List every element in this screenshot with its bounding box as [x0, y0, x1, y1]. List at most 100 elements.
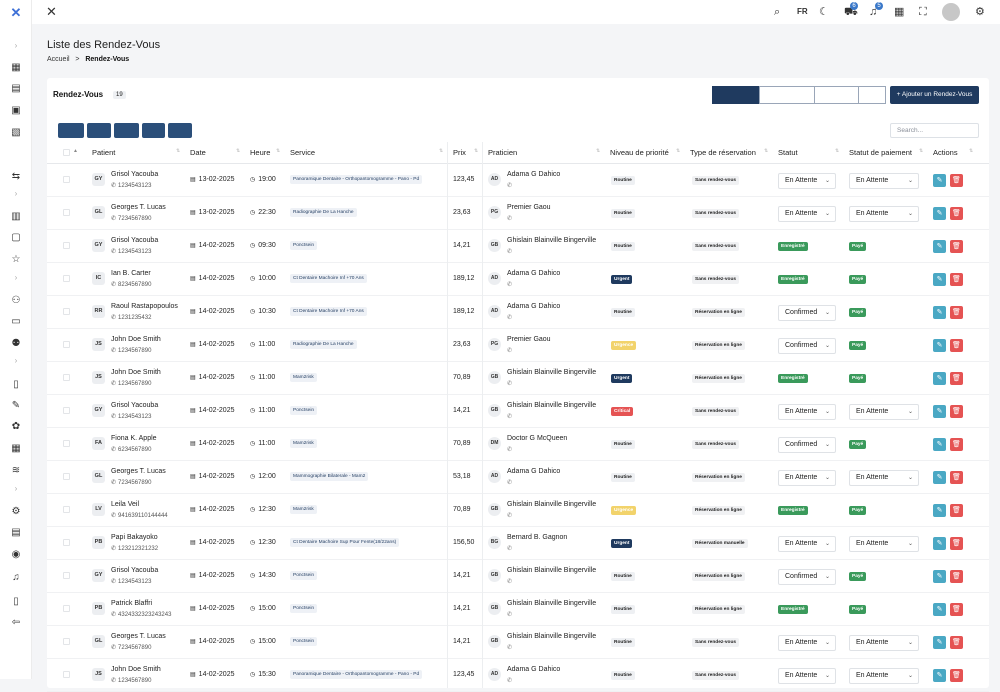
close-icon[interactable]: ✕: [46, 4, 57, 20]
select-all-checkbox[interactable]: [63, 149, 70, 156]
status-select[interactable]: En Attente ⌄: [778, 635, 836, 651]
row-checkbox[interactable]: [63, 506, 70, 513]
export-copy-button[interactable]: [58, 123, 84, 138]
status-select[interactable]: En Attente ⌄: [778, 404, 836, 420]
table-row[interactable]: FA Fiona K. Apple ✆ 6234567890 ▤ 14-02-2025 ◷ 1…: [47, 428, 989, 461]
delete-icon[interactable]: 🗑: [950, 537, 963, 550]
export-csv-button[interactable]: [87, 123, 111, 138]
edit-icon[interactable]: ✎: [933, 306, 946, 319]
row-checkbox[interactable]: [63, 374, 70, 381]
edit-icon[interactable]: ✎: [933, 603, 946, 616]
export-excel-button[interactable]: [114, 123, 139, 138]
search-icon[interactable]: ⌕: [774, 5, 780, 19]
row-checkbox[interactable]: [63, 341, 70, 348]
sort-icon[interactable]: ⇅: [969, 148, 973, 154]
sort-icon[interactable]: ⇅: [474, 148, 478, 154]
status-select[interactable]: En Attente ⌄: [778, 206, 836, 222]
edit-icon[interactable]: ✎: [933, 669, 946, 682]
patient-name[interactable]: Grisol Yacouba: [111, 237, 158, 244]
row-checkbox[interactable]: [63, 671, 70, 678]
payment-status-select[interactable]: En Attente ⌄: [849, 206, 919, 222]
column-header-statut[interactable]: Statut ⇅: [778, 148, 839, 157]
edit-icon[interactable]: ✎: [933, 339, 946, 352]
status-select[interactable]: En Attente ⌄: [778, 668, 836, 684]
delete-icon[interactable]: 🗑: [950, 504, 963, 517]
sort-all-icon[interactable]: ▲: [73, 148, 78, 154]
sidebar-logout-icon[interactable]: ⇦: [0, 615, 32, 631]
filter-tout[interactable]: [858, 86, 886, 104]
gear-icon[interactable]: ⚙: [975, 5, 985, 19]
filter-aujourd-hui[interactable]: [712, 86, 759, 104]
user-avatar[interactable]: [942, 3, 960, 21]
column-header-praticien[interactable]: Praticien ⇅: [488, 148, 600, 157]
table-row[interactable]: JS John Doe Smith ✆ 1234567890 ▤ 14-02-2025 ◷ 1…: [47, 659, 989, 692]
payment-status-select[interactable]: En Attente ⌄: [849, 470, 919, 486]
patient-name[interactable]: Raoul Rastapopoulos: [111, 303, 178, 310]
delete-icon[interactable]: 🗑: [950, 174, 963, 187]
delete-icon[interactable]: 🗑: [950, 240, 963, 253]
table-row[interactable]: GY Grisol Yacouba ✆ 1234543123 ▤ 14-02-2025 ◷ 0…: [47, 230, 989, 263]
patient-name[interactable]: Grisol Yacouba: [111, 402, 158, 409]
patient-name[interactable]: Grisol Yacouba: [111, 567, 158, 574]
table-row[interactable]: JS John Doe Smith ✆ 1234567890 ▤ 14-02-2025 ◷ 1…: [47, 362, 989, 395]
status-select[interactable]: Confirmed ⌄: [778, 305, 836, 321]
delete-icon[interactable]: 🗑: [950, 207, 963, 220]
sidebar-file-icon[interactable]: ▯: [0, 377, 32, 393]
sort-icon[interactable]: ⇅: [676, 148, 680, 154]
patient-name[interactable]: Ian B. Carter: [111, 270, 151, 277]
row-checkbox[interactable]: [63, 308, 70, 315]
delete-icon[interactable]: 🗑: [950, 306, 963, 319]
table-row[interactable]: IC Ian B. Carter ✆ 8234567890 ▤ 14-02-2025 ◷ 10…: [47, 263, 989, 296]
sidebar-users-icon[interactable]: ⚇: [0, 293, 32, 309]
patient-name[interactable]: Fiona K. Apple: [111, 435, 157, 442]
patient-name[interactable]: Papi Bakayoko: [111, 534, 158, 541]
sort-icon[interactable]: ⇅: [236, 148, 240, 154]
table-row[interactable]: JS John Doe Smith ✆ 1234567890 ▤ 14-02-2025 ◷ 1…: [47, 329, 989, 362]
add-appointment-button[interactable]: + Ajouter un Rendez-Vous: [890, 86, 979, 104]
table-row[interactable]: GY Grisol Yacouba ✆ 1234543123 ▤ 14-02-2025 ◷ 1…: [47, 560, 989, 593]
sort-icon[interactable]: ⇅: [276, 148, 280, 154]
column-header-heure[interactable]: Heure ⇅: [250, 148, 280, 157]
row-checkbox[interactable]: [63, 638, 70, 645]
language-switch[interactable]: FR: [797, 5, 808, 19]
delete-icon[interactable]: 🗑: [950, 570, 963, 583]
moon-icon[interactable]: ☾: [819, 5, 829, 19]
status-select[interactable]: En Attente ⌄: [778, 470, 836, 486]
patient-name[interactable]: Leila Veil: [111, 501, 139, 508]
sidebar-calendar-icon[interactable]: ▤: [0, 81, 32, 97]
row-checkbox[interactable]: [63, 605, 70, 612]
sidebar-gift-icon[interactable]: ✿: [0, 419, 32, 435]
edit-icon[interactable]: ✎: [933, 471, 946, 484]
column-header-statut-de-paiement[interactable]: Statut de paiement ⇅: [849, 148, 923, 157]
sidebar-document-icon[interactable]: ▯: [0, 594, 32, 610]
table-row[interactable]: GL Georges T. Lucas ✆ 7234567890 ▤ 13-02-2025…: [47, 197, 989, 230]
filter-cette-semaine[interactable]: [759, 86, 815, 104]
row-checkbox[interactable]: [63, 473, 70, 480]
delete-icon[interactable]: 🗑: [950, 471, 963, 484]
sidebar-user-tie-icon[interactable]: ⚉: [0, 336, 32, 352]
patient-name[interactable]: John Doe Smith: [111, 369, 161, 376]
row-checkbox[interactable]: [63, 539, 70, 546]
column-header-niveau-de-priorite[interactable]: Niveau de priorité ⇅: [610, 148, 680, 157]
edit-icon[interactable]: ✎: [933, 537, 946, 550]
row-checkbox[interactable]: [63, 407, 70, 414]
sort-icon[interactable]: ⇅: [919, 148, 923, 154]
sidebar-clipboard-icon[interactable]: ▥: [0, 209, 32, 225]
status-select[interactable]: En Attente ⌄: [778, 173, 836, 189]
delete-icon[interactable]: 🗑: [950, 339, 963, 352]
sort-icon[interactable]: ⇅: [835, 148, 839, 154]
row-checkbox[interactable]: [63, 275, 70, 282]
delete-icon[interactable]: 🗑: [950, 372, 963, 385]
table-row[interactable]: PB Patrick Blaffri ✆ 4324332323243243 ▤ 14-02…: [47, 593, 989, 626]
edit-icon[interactable]: ✎: [933, 240, 946, 253]
row-checkbox[interactable]: [63, 242, 70, 249]
sidebar-truck-icon[interactable]: ⇆: [0, 169, 32, 185]
sort-icon[interactable]: ⇅: [176, 148, 180, 154]
export-print-button[interactable]: [168, 123, 192, 138]
sidebar-grid-icon[interactable]: ▦: [0, 441, 32, 457]
column-header-patient[interactable]: Patient ⇅: [92, 148, 180, 157]
sidebar-dashboard-icon[interactable]: ▦: [0, 60, 32, 76]
patient-name[interactable]: Georges T. Lucas: [111, 633, 166, 640]
delete-icon[interactable]: 🗑: [950, 405, 963, 418]
sidebar-location-icon[interactable]: ◉: [0, 547, 32, 563]
